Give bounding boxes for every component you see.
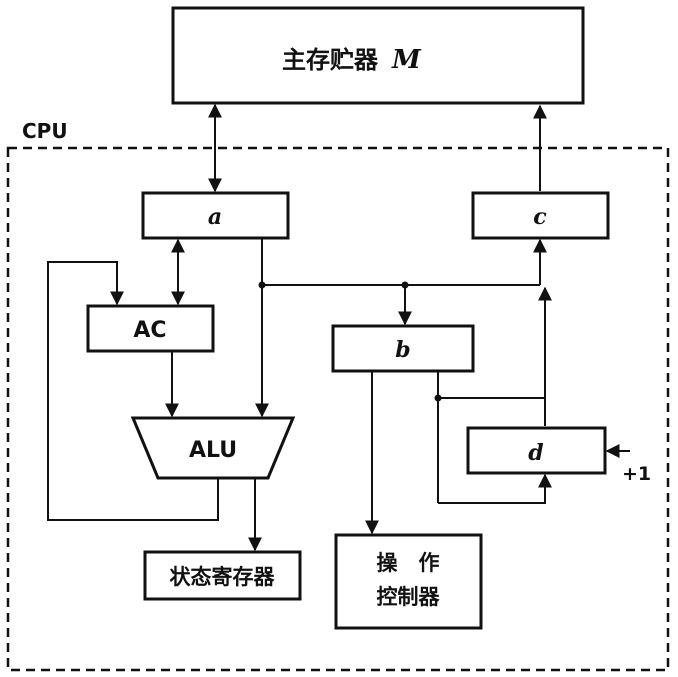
register-b: b (331, 324, 475, 373)
increment-label: +1 (622, 463, 651, 485)
cpu-label: CPU (22, 119, 68, 143)
register-d-label: d (528, 440, 543, 466)
register-d: d (466, 426, 607, 475)
accumulator-label: AC (133, 318, 166, 343)
register-c-label: c (533, 204, 547, 230)
status-register-label: 状态寄存器 (170, 565, 276, 589)
register-c: c (471, 191, 610, 240)
alu-unit: ALU (130, 416, 296, 480)
operation-controller: 操 作 控制器 (334, 533, 483, 630)
main-memory-label: 主存贮器 (282, 46, 379, 74)
register-a-label: a (208, 204, 222, 230)
main-memory-block: 主存贮器 M (171, 6, 585, 105)
register-a: a (141, 191, 290, 240)
main-memory-symbol: M (391, 45, 422, 75)
status-register: 状态寄存器 (143, 550, 302, 601)
op-controller-line2: 控制器 (377, 585, 441, 609)
cpu-architecture-diagram: 主存贮器 M CPU a c AC b d ALU 状态寄存器 操 作 控制器 … (6, 6, 670, 672)
register-b-label: b (395, 337, 410, 363)
op-controller-line1: 操 作 (377, 551, 440, 575)
alu-label: ALU (189, 438, 237, 463)
accumulator-ac: AC (86, 304, 215, 353)
